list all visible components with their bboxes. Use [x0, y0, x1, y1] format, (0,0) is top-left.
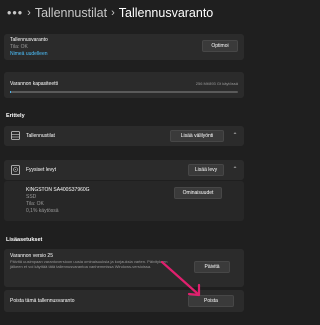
annotation-arrow [160, 260, 201, 297]
